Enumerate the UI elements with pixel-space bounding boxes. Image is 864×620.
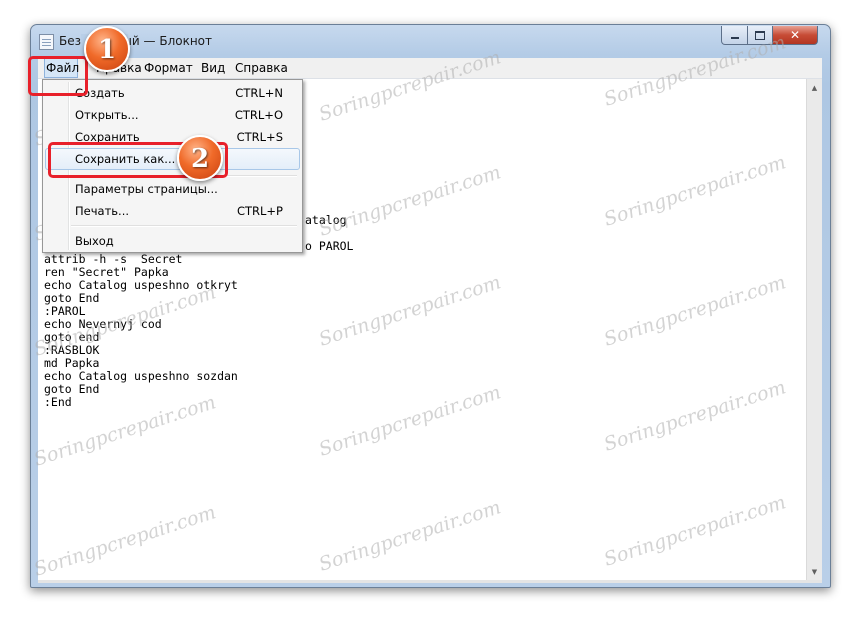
menu-item-label: Выход — [75, 234, 114, 248]
step-badge-1: 1 — [84, 26, 130, 72]
menu-item-label: Открыть... — [75, 108, 139, 122]
scroll-down-icon[interactable]: ▼ — [807, 563, 822, 580]
step-badge-2: 2 — [177, 135, 223, 181]
menu-view[interactable]: Вид — [200, 58, 226, 78]
menu-item-page-setup[interactable]: Параметры страницы... — [45, 178, 300, 200]
menu-item-shortcut: CTRL+P — [236, 204, 283, 218]
menu-item-open[interactable]: Открыть... CTRL+O — [45, 104, 300, 126]
menu-item-label: Параметры страницы... — [75, 182, 218, 196]
menu-item-print[interactable]: Печать... CTRL+P — [45, 200, 300, 222]
minimize-button[interactable] — [721, 26, 748, 45]
scroll-up-icon[interactable]: ▲ — [807, 79, 822, 96]
minimize-icon — [730, 37, 739, 39]
horizontal-scrollbar-edge — [38, 580, 822, 583]
menu-item-shortcut: CTRL+N — [235, 86, 283, 100]
code-line: goto End — [44, 382, 100, 396]
menu-item-shortcut: CTRL+O — [234, 108, 283, 122]
code-line: :End — [44, 395, 72, 409]
title-bar[interactable]: Безымянный — Блокнот ✕ — [31, 25, 830, 57]
menu-separator — [71, 225, 297, 227]
hidden-line-fragment: atalog — [305, 213, 347, 227]
maximize-button[interactable] — [747, 26, 773, 45]
menu-item-shortcut: CTRL+S — [236, 130, 283, 144]
editor-content: attrib -h -s Secret ren "Secret" Papka ech… — [44, 253, 238, 409]
notepad-icon — [39, 34, 54, 50]
highlight-file-menu — [28, 56, 88, 96]
hidden-line-fragment: o PAROL — [305, 239, 354, 253]
menu-help[interactable]: Справка — [234, 58, 289, 78]
menu-format[interactable]: Формат — [143, 58, 194, 78]
menu-bar: Файл Правка Формат Вид Справка — [38, 58, 822, 79]
close-button[interactable]: ✕ — [772, 26, 818, 45]
menu-item-exit[interactable]: Выход — [45, 230, 300, 252]
menu-item-label: Печать... — [75, 204, 130, 218]
vertical-scrollbar[interactable]: ▲ ▼ — [806, 79, 822, 580]
maximize-icon — [755, 30, 765, 40]
close-icon: ✕ — [789, 28, 801, 42]
